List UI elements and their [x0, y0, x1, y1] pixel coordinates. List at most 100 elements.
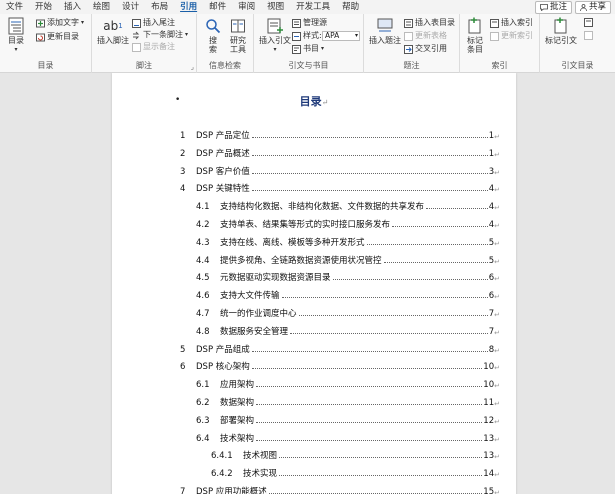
toc-button[interactable]: 目录 ▾	[5, 17, 27, 54]
paragraph-mark: ↵	[494, 168, 500, 177]
toc-entry[interactable]: 4.8 数据服务安全管理 7 ↵	[196, 323, 500, 337]
mark-citation-button[interactable]: 标记引文	[544, 17, 578, 45]
toc-entry-page: 13	[483, 433, 495, 444]
toc-entry[interactable]: 4 DSP 关键特性 4 ↵	[180, 180, 500, 194]
tab-mailings[interactable]: 邮件	[203, 0, 232, 14]
show-notes-button[interactable]: 显示备注	[132, 42, 175, 52]
share-button[interactable]: 共享	[574, 0, 611, 14]
toc-entry[interactable]: 6 DSP 核心架构 10 ↵	[180, 358, 500, 372]
chevron-down-icon: ▾	[354, 32, 358, 39]
toc-entry-number: 4.2	[196, 220, 210, 230]
tab-layout[interactable]: 布局	[145, 0, 174, 14]
paragraph-mark: ↵	[494, 275, 500, 284]
chevron-down-icon: ▾	[14, 46, 18, 53]
toc-entry-number: 6.1	[196, 380, 210, 391]
toc-leader-dots	[366, 243, 488, 245]
toc-entry-text: 支持大文件传输	[220, 291, 280, 302]
tab-references[interactable]: 引用	[174, 0, 203, 14]
bibliography-button[interactable]: 书目 ▾	[292, 44, 324, 54]
mark-entry-button[interactable]: 标记条目	[464, 17, 486, 54]
tab-developer[interactable]: 开发工具	[290, 0, 336, 14]
toc-entry[interactable]: 4.4 提供多视角、全链路数据资源使用状况管控 5 ↵	[196, 252, 500, 266]
style-select[interactable]: APA ▾	[322, 31, 360, 41]
toc-entry[interactable]: 4.1 支持结构化数据、非结构化数据、文件数据的共享发布 4 ↵	[196, 198, 500, 212]
toc-entry[interactable]: 6.1 应用架构 10 ↵	[196, 376, 500, 390]
toc-entry[interactable]: 2 DSP 产品概述 1 ↵	[180, 145, 500, 159]
toc-entry[interactable]: 4.3 支持在线、离线、模板等多种开发形式 5 ↵	[196, 234, 500, 248]
toc-entry-text: DSP 产品定位	[196, 131, 250, 141]
paragraph-mark: ↵	[494, 364, 500, 373]
authorities-group: 标记引文 引文目录	[540, 14, 615, 73]
insert-table-of-authorities-button[interactable]	[584, 18, 593, 27]
tab-view[interactable]: 视图	[261, 0, 290, 14]
toc-entry[interactable]: 6.4.2 技术实现 14 ↵	[211, 465, 500, 479]
toc-entry-number: 6	[180, 362, 186, 373]
update-table-button[interactable]: 更新表格	[404, 31, 447, 41]
tab-help[interactable]: 帮助	[336, 0, 365, 14]
comments-button[interactable]: 批注	[534, 0, 572, 14]
toc-leader-dots	[251, 350, 488, 352]
update-index-button[interactable]: 更新索引	[490, 31, 533, 41]
toc-entry[interactable]: 6.4.1 技术视图 13 ↵	[211, 447, 500, 461]
toc-leader-dots	[256, 404, 483, 405]
toc-leader-dots	[281, 297, 488, 299]
toc-entry[interactable]: 1 DSP 产品定位 1 ↵	[180, 127, 500, 141]
add-text-button[interactable]: 添加文字 ▾	[36, 18, 84, 28]
researcher-button[interactable]: 研究工具	[227, 17, 249, 54]
update-table-of-authorities-button[interactable]	[584, 31, 593, 40]
toc-leader-dots	[256, 439, 483, 441]
update-toc-button[interactable]: 更新目录	[36, 32, 79, 42]
toc-leader-dots	[426, 208, 488, 210]
toc-entry-number: 6.2	[196, 398, 210, 408]
toc-leader-dots	[256, 386, 483, 388]
citation-group: 插入引文 ▾ 管理源 样式: APA ▾ 书目 ▾ 引文与书目	[254, 14, 364, 73]
next-footnote-button[interactable]: 下一条脚注 ▾	[132, 30, 188, 40]
insert-caption-button[interactable]: 插入题注	[368, 17, 402, 45]
toc-entry[interactable]: 4.2 支持单表、结果集等形式的实时接口服务发布 4 ↵	[196, 216, 500, 230]
toc-entry-text: 支持单表、结果集等形式的实时接口服务发布	[220, 220, 391, 230]
toc-group: 目录 ▾ 添加文字 ▾ 更新目录 目录	[0, 14, 92, 73]
paragraph-mark: ↵	[494, 471, 500, 480]
toc-entry[interactable]: 6.2 数据架构 11 ↵	[196, 394, 500, 408]
toc-entry[interactable]: 4.6 支持大文件传输 6 ↵	[196, 287, 500, 301]
index-group: 标记条目 插入索引 更新索引 索引	[460, 14, 540, 73]
toc-leader-dots	[279, 457, 483, 459]
insert-footnote-button[interactable]: ab 1 插入脚注	[96, 17, 130, 46]
tab-home[interactable]: 开始	[29, 0, 58, 14]
tab-file[interactable]: 文件	[0, 0, 29, 14]
search-button[interactable]: 搜索	[203, 17, 223, 54]
manage-sources-button[interactable]: 管理源	[292, 18, 327, 28]
toc-entry-number: 4.6	[196, 291, 210, 302]
toc-leader-dots	[279, 475, 483, 477]
insert-citation-label: 插入引文	[259, 36, 291, 45]
tab-design[interactable]: 设计	[116, 0, 145, 14]
toc-entry-number: 6.3	[196, 415, 210, 426]
dialog-launcher-icon[interactable]: ⌟	[191, 63, 194, 71]
toc-entry[interactable]: 5 DSP 产品组成 8 ↵	[180, 341, 500, 355]
toc-entry[interactable]: 4.7 统一的作业调度中心 7 ↵	[196, 305, 500, 319]
toc-entry[interactable]: 6.4 技术架构 13 ↵	[196, 430, 500, 444]
tab-review[interactable]: 审阅	[232, 0, 261, 14]
show-notes-icon	[132, 42, 141, 52]
insert-index-button[interactable]: 插入索引	[490, 18, 533, 28]
toc-entry-number: 1	[180, 131, 186, 141]
research-group-label: 信息检索	[209, 61, 241, 70]
toc-entry[interactable]: 3 DSP 客户价值 3 ↵	[180, 163, 500, 177]
insert-table-of-figures-button[interactable]: 插入表目录	[404, 18, 455, 28]
update-table-icon	[404, 31, 413, 41]
toc-entry-text: DSP 客户价值	[196, 166, 250, 177]
toc-entry[interactable]: 7 DSP 应用功能概述 15 ↵	[180, 483, 500, 494]
insert-citation-button[interactable]: 插入引文 ▾	[258, 17, 292, 54]
insert-endnote-button[interactable]: 插入尾注	[132, 18, 175, 28]
toc-entry[interactable]: 6.3 部署架构 12 ↵	[196, 412, 500, 426]
cross-reference-button[interactable]: 交叉引用	[404, 44, 447, 54]
toc-leader-dots	[298, 315, 488, 316]
paragraph-mark: ↵	[494, 489, 500, 494]
document-page[interactable]: • 目录↵ 1 DSP 产品定位 1 ↵ 2 DSP 产品概述 1 ↵ 3 DSP 客户价值 3 ↵ 4…	[112, 73, 516, 494]
tab-draw[interactable]: 绘图	[87, 0, 116, 14]
tab-insert[interactable]: 插入	[58, 0, 87, 14]
share-icon	[580, 3, 587, 11]
toc-entry[interactable]: 4.5 元数据驱动实现数据资源目录 6 ↵	[196, 269, 500, 283]
toc-entry-text: 提供多视角、全链路数据资源使用状况管控	[220, 255, 382, 266]
search-label: 搜索	[209, 36, 217, 54]
